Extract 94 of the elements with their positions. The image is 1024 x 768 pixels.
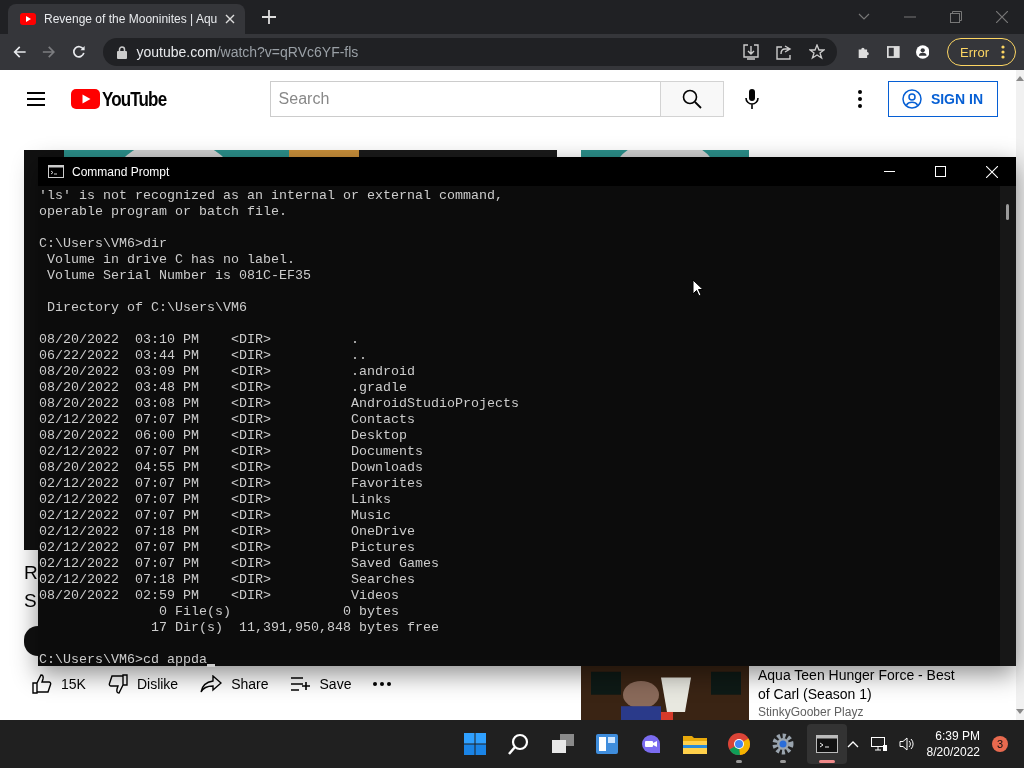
terminal-line: 02/12/2022 07:07 PM <DIR> Links <box>39 492 391 508</box>
task-view-icon <box>551 734 574 754</box>
console-icon <box>815 735 838 753</box>
like-button[interactable]: 15K <box>24 670 94 698</box>
maximize-icon[interactable] <box>935 166 946 177</box>
scrollbar[interactable] <box>1000 186 1016 666</box>
terminal-line: 08/20/2022 06:00 PM <DIR> Desktop <box>39 428 407 444</box>
windows-logo-icon <box>463 733 486 755</box>
terminal-line: 02/12/2022 07:07 PM <DIR> Documents <box>39 444 423 460</box>
clock-date[interactable]: 8/20/2022 <box>926 744 980 760</box>
terminal-line: 0 File(s) 0 bytes <box>157 604 399 620</box>
volume-icon[interactable] <box>898 737 915 751</box>
search-field[interactable]: Search <box>269 81 660 117</box>
console-icon <box>48 165 64 178</box>
reload-icon[interactable] <box>71 44 86 60</box>
terminal-line: 02/12/2022 07:07 PM <DIR> Saved Games <box>39 556 439 572</box>
gear-icon <box>771 733 794 755</box>
text-cursor <box>206 664 215 667</box>
chevron-up-icon[interactable] <box>846 740 859 748</box>
terminal-line: 02/12/2022 07:18 PM <DIR> Searches <box>39 572 415 588</box>
plus-icon[interactable] <box>262 10 276 24</box>
terminal-line: 02/12/2022 07:07 PM <DIR> Favorites <box>39 476 423 492</box>
taskbar-app[interactable] <box>806 724 847 764</box>
back-arrow-icon[interactable] <box>13 44 27 60</box>
mouse-pointer-icon <box>692 279 704 297</box>
logo-text[interactable]: YouTube <box>102 87 167 111</box>
scrollbar[interactable] <box>1016 70 1024 720</box>
account-icon <box>901 89 922 109</box>
more-icon <box>373 682 392 686</box>
play-logo-icon <box>20 13 36 25</box>
chrome-icon <box>727 733 750 755</box>
terminal-line: 17 Dir(s) 11,391,950,848 bytes free <box>149 620 439 636</box>
terminal-line: 08/20/2022 03:08 PM <DIR> AndroidStudioProjects <box>39 396 519 412</box>
tab-title: Revenge of the Mooninites | Aqu <box>44 12 217 26</box>
sign-in-button[interactable]: SIGN IN <box>887 81 998 117</box>
share-icon[interactable] <box>776 44 793 60</box>
terminal-line: Volume in drive C has no label. <box>46 252 295 268</box>
profile-error-button[interactable]: Error <box>947 38 1016 66</box>
play-logo-icon[interactable] <box>71 89 100 109</box>
thumbs-up-icon <box>32 674 52 694</box>
share-arrow-icon <box>200 675 223 693</box>
side-panel-icon[interactable] <box>886 45 900 59</box>
channel-avatar[interactable] <box>24 626 38 656</box>
playlist-add-icon <box>290 677 311 691</box>
more-icon <box>1000 45 1005 59</box>
video-title[interactable]: Aqua Teen Hunger Force - Best of Carl (Season 1) <box>758 666 968 704</box>
terminal-line: C:\Users\VM6>dir <box>39 236 167 252</box>
window-title: Command Prompt <box>72 164 170 179</box>
install-icon[interactable] <box>743 44 760 60</box>
browser-tab[interactable]: Revenge of the Mooninites | Aqu <box>8 4 245 34</box>
scroll-thumb[interactable] <box>1006 204 1009 220</box>
person-icon[interactable] <box>915 44 930 60</box>
terminal-line: operable program or batch file. <box>39 204 287 220</box>
video-title: R <box>24 562 38 584</box>
save-button[interactable]: Save <box>282 672 360 696</box>
terminal-line: 08/20/2022 03:10 PM <DIR> . <box>39 332 359 348</box>
lock-icon <box>117 45 128 59</box>
more-icon[interactable] <box>857 90 862 108</box>
terminal-line: 02/12/2022 07:07 PM <DIR> Contacts <box>39 412 415 428</box>
folder-icon <box>682 734 707 754</box>
microphone-icon[interactable] <box>744 89 759 109</box>
terminal-line: 08/20/2022 04:55 PM <DIR> Downloads <box>39 460 423 476</box>
url-text: youtube.com/watch?v=qRVc6YF-fls <box>136 44 359 60</box>
restore-icon[interactable] <box>950 11 962 23</box>
video-title: S <box>24 590 37 612</box>
terminal-line: 02/12/2022 07:07 PM <DIR> Pictures <box>39 540 415 556</box>
terminal-line: 08/20/2022 03:48 PM <DIR> .gradle <box>39 380 407 396</box>
channel-name[interactable]: StinkyGoober Playz <box>758 705 864 720</box>
terminal-line: 08/20/2022 03:09 PM <DIR> .android <box>39 364 415 380</box>
dislike-button[interactable]: Dislike <box>99 670 187 698</box>
address-bar[interactable]: youtube.com/watch?v=qRVc6YF-fls <box>103 38 838 66</box>
terminal-line: 08/20/2022 02:59 PM <DIR> Videos <box>39 588 399 604</box>
notification-badge[interactable]: 3 <box>992 736 1008 752</box>
scroll-down-icon[interactable] <box>1016 709 1024 714</box>
thumbs-down-icon <box>107 674 128 694</box>
terminal-line: 'ls' is not recognized as an internal or external command, <box>39 188 503 204</box>
clock-time[interactable]: 6:39 PM <box>935 728 980 744</box>
widgets-icon <box>595 734 618 754</box>
chevron-down-icon[interactable] <box>858 13 870 21</box>
terminal-line: 06/22/2022 03:44 PM <DIR> .. <box>39 348 367 364</box>
terminal-line: Volume Serial Number is 081C-EF35 <box>46 268 311 284</box>
star-icon[interactable] <box>809 44 826 60</box>
search-icon <box>507 733 530 755</box>
menu-icon[interactable] <box>27 92 45 106</box>
search-icon <box>681 89 702 109</box>
share-button[interactable]: Share <box>192 671 277 697</box>
scroll-up-icon[interactable] <box>1016 76 1024 81</box>
command-input[interactable]: C:\Users\VM6>cd appda <box>39 652 207 668</box>
terminal-line: 02/12/2022 07:07 PM <DIR> Music <box>39 508 391 524</box>
search-button[interactable] <box>659 81 724 117</box>
network-icon[interactable] <box>870 736 887 752</box>
terminal-line: 02/12/2022 07:18 PM <DIR> OneDrive <box>39 524 415 540</box>
terminal-line: Directory of C:\Users\VM6 <box>46 300 247 316</box>
chat-icon <box>639 734 662 754</box>
